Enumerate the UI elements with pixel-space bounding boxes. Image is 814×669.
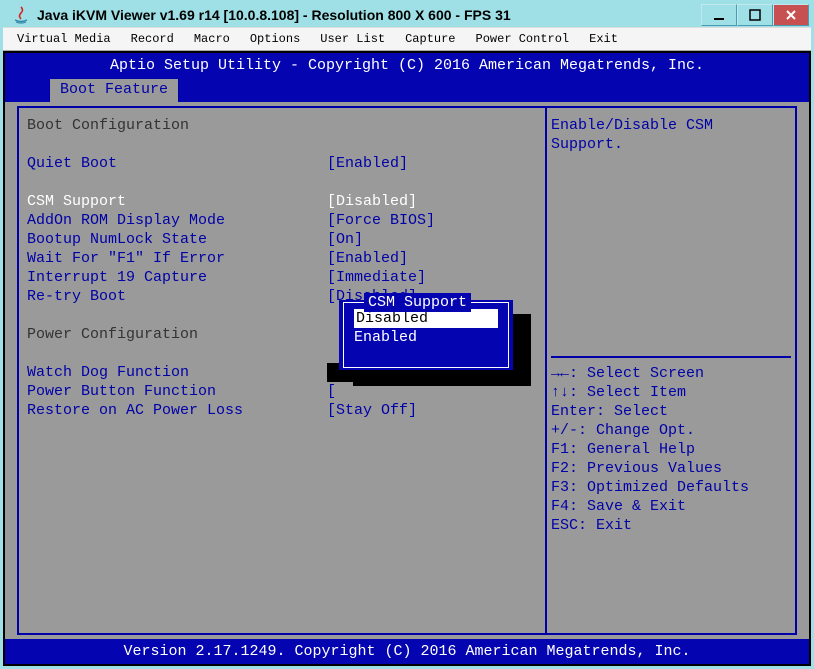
setting-addon-rom[interactable]: AddOn ROM Display Mode [Force BIOS] — [27, 211, 537, 230]
titlebar[interactable]: Java iKVM Viewer v1.69 r14 [10.0.8.108] … — [3, 3, 811, 27]
app-window: Java iKVM Viewer v1.69 r14 [10.0.8.108] … — [3, 3, 811, 666]
bios-footer: Version 2.17.1249. Copyright (C) 2016 Am… — [5, 639, 809, 664]
section-header-boot: Boot Configuration — [27, 116, 537, 135]
window-title: Java iKVM Viewer v1.69 r14 [10.0.8.108] … — [37, 7, 701, 23]
key-change-opt: +/-: Change Opt. — [551, 421, 791, 440]
key-legend: →←: Select Screen ↑↓: Select Item Enter:… — [551, 356, 791, 535]
setting-label: Re-try Boot — [27, 287, 327, 306]
key-f3: F3: Optimized Defaults — [551, 478, 791, 497]
setting-value: [Enabled] — [327, 249, 408, 268]
setting-label: CSM Support — [27, 192, 327, 211]
bios-screen[interactable]: Aptio Setup Utility - Copyright (C) 2016… — [3, 51, 811, 666]
key-f4: F4: Save & Exit — [551, 497, 791, 516]
setting-value: [Immediate] — [327, 268, 426, 287]
popup-title: CSM Support — [364, 293, 471, 312]
setting-wait-f1[interactable]: Wait For "F1" If Error [Enabled] — [27, 249, 537, 268]
setting-label: Restore on AC Power Loss — [27, 401, 327, 420]
menu-power-control[interactable]: Power Control — [466, 30, 580, 48]
key-f1: F1: General Help — [551, 440, 791, 459]
key-select-item: ↑↓: Select Item — [551, 383, 791, 402]
setting-int19[interactable]: Interrupt 19 Capture [Immediate] — [27, 268, 537, 287]
menu-options[interactable]: Options — [240, 30, 310, 48]
tab-boot-feature[interactable]: Boot Feature — [49, 78, 179, 102]
setting-label: Watch Dog Function — [27, 363, 327, 382]
setting-numlock[interactable]: Bootup NumLock State [On] — [27, 230, 537, 249]
bios-body: Boot Configuration Quiet Boot [Enabled] … — [5, 102, 809, 639]
menu-virtual-media[interactable]: Virtual Media — [7, 30, 121, 48]
setting-label: Wait For "F1" If Error — [27, 249, 327, 268]
menu-macro[interactable]: Macro — [184, 30, 240, 48]
key-f2: F2: Previous Values — [551, 459, 791, 478]
setting-value: [On] — [327, 230, 363, 249]
key-select-screen: →←: Select Screen — [551, 364, 791, 383]
menu-exit[interactable]: Exit — [579, 30, 628, 48]
key-enter: Enter: Select — [551, 402, 791, 421]
help-pane: Enable/Disable CSM Support. →←: Select S… — [545, 108, 795, 633]
menu-record[interactable]: Record — [121, 30, 184, 48]
setting-csm-support[interactable]: CSM Support [Disabled] — [27, 192, 537, 211]
menubar: Virtual Media Record Macro Options User … — [3, 27, 811, 51]
java-icon — [11, 5, 31, 25]
maximize-button[interactable] — [737, 4, 773, 26]
popup-option-enabled[interactable]: Enabled — [354, 328, 498, 347]
setting-value: [Force BIOS] — [327, 211, 435, 230]
setting-label: Quiet Boot — [27, 154, 327, 173]
key-esc: ESC: Exit — [551, 516, 791, 535]
menu-capture[interactable]: Capture — [395, 30, 465, 48]
setting-label: Bootup NumLock State — [27, 230, 327, 249]
menu-user-list[interactable]: User List — [310, 30, 395, 48]
setting-quiet-boot[interactable]: Quiet Boot [Enabled] — [27, 154, 537, 173]
bios-frame: Boot Configuration Quiet Boot [Enabled] … — [17, 106, 797, 635]
setting-ac-power-loss[interactable]: Restore on AC Power Loss [Stay Off] — [27, 401, 537, 420]
setting-label: AddOn ROM Display Mode — [27, 211, 327, 230]
settings-pane: Boot Configuration Quiet Boot [Enabled] … — [19, 108, 545, 633]
minimize-button[interactable] — [701, 4, 737, 26]
help-text: Enable/Disable CSM Support. — [551, 116, 791, 356]
setting-label: Power Button Function — [27, 382, 327, 401]
setting-value: [Enabled] — [327, 154, 408, 173]
setting-label: Interrupt 19 Capture — [27, 268, 327, 287]
window-controls — [701, 4, 809, 26]
csm-popup[interactable]: CSM Support Disabled Enabled — [339, 300, 513, 370]
close-button[interactable] — [773, 4, 809, 26]
bios-header: Aptio Setup Utility - Copyright (C) 2016… — [5, 53, 809, 78]
setting-value: [Stay Off] — [327, 401, 417, 420]
bios-tab-row: Boot Feature — [5, 78, 809, 102]
setting-value: [ — [327, 382, 336, 401]
setting-value: [Disabled] — [327, 192, 417, 211]
